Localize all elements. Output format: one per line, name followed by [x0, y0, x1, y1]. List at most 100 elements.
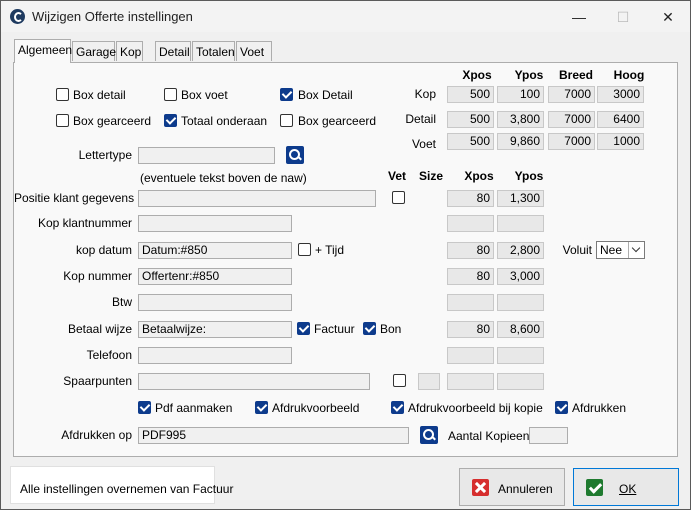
kop-nummer-field[interactable]: Offertenr:#850	[138, 268, 292, 285]
spaarpunten-ypos-field[interactable]	[497, 373, 544, 390]
bon-checkbox[interactable]	[363, 322, 376, 335]
box-detail-2-checkbox[interactable]	[280, 88, 293, 101]
header-size: Size	[418, 169, 443, 183]
voluit-label: Voluit	[562, 243, 592, 257]
box-gearceerd-checkbox[interactable]	[56, 114, 69, 127]
telefoon-field[interactable]	[138, 347, 292, 364]
row-label-kop: Kop	[414, 87, 436, 101]
kop-datum-field[interactable]: Datum:#850	[138, 242, 292, 259]
title-bar: Wijzigen Offerte instellingen — ☐ ✕	[1, 1, 690, 32]
spaarpunten-xpos-field[interactable]	[447, 373, 494, 390]
telefoon-ypos-field[interactable]	[497, 347, 544, 364]
box-voet-checkbox[interactable]	[164, 88, 177, 101]
kop-datum-ypos-field[interactable]: 2,800	[497, 242, 544, 259]
copy-settings-button[interactable]: Alle instellingen overnemen van Factuur	[10, 466, 233, 504]
box-detail-checkbox[interactable]	[56, 88, 69, 101]
afdrukken-op-label: Afdrukken op	[61, 428, 132, 442]
tab-voet[interactable]: Voet	[236, 41, 272, 61]
printer-field[interactable]: PDF995	[138, 427, 409, 444]
kop-ypos-field[interactable]: 100	[497, 86, 544, 103]
betaal-wijze-xpos-field[interactable]: 80	[447, 321, 494, 338]
tab-garage[interactable]: Garage	[72, 41, 116, 61]
afdrukken-label: Afdrukken	[572, 401, 627, 415]
voluit-value: Nee	[600, 243, 623, 257]
detail-ypos-field[interactable]: 3,800	[497, 111, 544, 128]
betaal-wijze-field[interactable]: Betaalwijze:	[138, 321, 292, 338]
kop-klantnummer-xpos-field[interactable]	[447, 215, 494, 232]
box-gearceerd-2-checkbox[interactable]	[280, 114, 293, 127]
close-button[interactable]: ✕	[646, 5, 690, 29]
kop-nummer-label: Kop nummer	[63, 269, 132, 283]
voet-xpos-field[interactable]: 500	[447, 133, 494, 150]
kop-datum-xpos-field[interactable]: 80	[447, 242, 494, 259]
totaal-onderaan-checkbox[interactable]	[164, 114, 177, 127]
cancel-button[interactable]: Annuleren	[459, 468, 565, 506]
afdrukvoorbeeld-bij-kopie-checkbox[interactable]	[391, 401, 404, 414]
factuur-checkbox[interactable]	[297, 322, 310, 335]
telefoon-xpos-field[interactable]	[447, 347, 494, 364]
ok-button[interactable]: OK	[573, 468, 679, 506]
spaarpunten-label: Spaarpunten	[63, 374, 132, 388]
kop-klantnummer-ypos-field[interactable]	[497, 215, 544, 232]
settings-window: Wijzigen Offerte instellingen — ☐ ✕ Alge…	[0, 0, 691, 510]
detail-xpos-field[interactable]: 500	[447, 111, 494, 128]
header-breed: Breed	[558, 68, 593, 82]
box-gearceerd-2-label: Box gearceerd	[298, 114, 377, 128]
window-title: Wijzigen Offerte instellingen	[32, 9, 193, 24]
tab-kop[interactable]: Kop	[116, 41, 143, 61]
kop-datum-label: kop datum	[75, 243, 132, 257]
header-vet: Vet	[387, 169, 406, 183]
positie-klant-label: Positie klant gegevens	[14, 191, 135, 205]
tijd-checkbox[interactable]	[298, 243, 311, 256]
afdrukvoorbeeld-checkbox[interactable]	[255, 401, 268, 414]
spaarpunten-size-field[interactable]	[418, 373, 440, 390]
chevron-down-icon	[628, 242, 644, 258]
tab-totalen[interactable]: Totalen	[192, 41, 235, 61]
header-field-xpos: Xpos	[464, 169, 494, 183]
kop-breed-field[interactable]: 7000	[548, 86, 595, 103]
pdf-aanmaken-checkbox[interactable]	[138, 401, 151, 414]
kop-hoog-field[interactable]: 3000	[597, 86, 644, 103]
positie-klant-xpos-field[interactable]: 80	[447, 190, 494, 207]
header-ypos: Ypos	[514, 68, 544, 82]
kop-xpos-field[interactable]: 500	[447, 86, 494, 103]
positie-klant-vet-checkbox[interactable]	[392, 191, 405, 204]
voet-breed-field[interactable]: 7000	[548, 133, 595, 150]
spaarpunten-vet-checkbox[interactable]	[393, 374, 406, 387]
positie-klant-ypos-field[interactable]: 1,300	[497, 190, 544, 207]
betaal-wijze-ypos-field[interactable]: 8,600	[497, 321, 544, 338]
kop-nummer-xpos-field[interactable]: 80	[447, 268, 494, 285]
aantal-kopieen-field[interactable]	[529, 427, 568, 444]
btw-ypos-field[interactable]	[497, 294, 544, 311]
maximize-button: ☐	[616, 9, 630, 25]
lettertype-field[interactable]	[138, 147, 275, 164]
minimize-button[interactable]: —	[557, 5, 601, 29]
copy-settings-label: Alle instellingen overnemen van Factuur	[20, 482, 234, 496]
kop-klantnummer-field[interactable]	[138, 215, 292, 232]
tab-panel-algemeen: Box detail Box voet Box Detail Box gearc…	[13, 62, 678, 457]
cancel-icon	[472, 479, 489, 496]
kop-klantnummer-label: Kop klantnummer	[37, 216, 132, 230]
detail-breed-field[interactable]: 7000	[548, 111, 595, 128]
lettertype-hint: (eventuele tekst boven de naw)	[140, 171, 307, 185]
tab-detail[interactable]: Detail	[155, 41, 191, 61]
header-hoog: Hoog	[613, 68, 645, 82]
positie-klant-field[interactable]	[138, 190, 376, 207]
tab-algemeen[interactable]: Algemeen	[14, 39, 72, 63]
detail-hoog-field[interactable]: 6400	[597, 111, 644, 128]
lettertype-search-icon[interactable]	[286, 146, 304, 164]
afdrukvoorbeeld-label: Afdrukvoorbeeld	[272, 401, 360, 415]
btw-xpos-field[interactable]	[447, 294, 494, 311]
kop-nummer-ypos-field[interactable]: 3,000	[497, 268, 544, 285]
printer-search-icon[interactable]	[420, 426, 438, 444]
app-logo-icon	[10, 9, 25, 24]
voet-hoog-field[interactable]: 1000	[597, 133, 644, 150]
row-label-detail: Detail	[405, 112, 436, 126]
betaal-wijze-label: Betaal wijze	[67, 322, 132, 336]
btw-field[interactable]	[138, 294, 292, 311]
voet-ypos-field[interactable]: 9,860	[497, 133, 544, 150]
afdrukken-checkbox[interactable]	[555, 401, 568, 414]
spaarpunten-field[interactable]	[138, 373, 370, 390]
telefoon-label: Telefoon	[86, 348, 132, 362]
voluit-select[interactable]: Nee	[596, 241, 645, 259]
